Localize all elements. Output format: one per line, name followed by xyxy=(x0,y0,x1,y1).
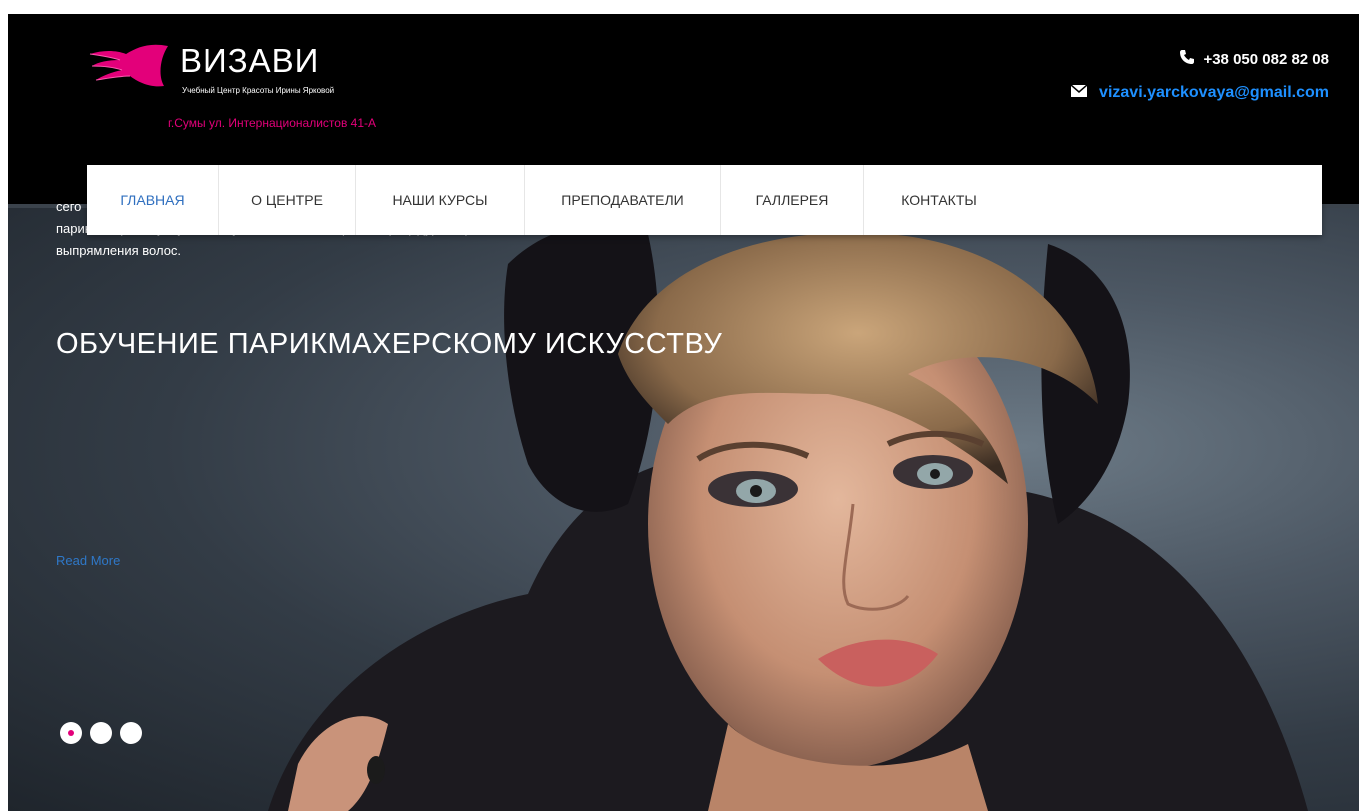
hair-logo-icon xyxy=(89,44,168,87)
read-more-link[interactable]: Read More xyxy=(56,553,120,568)
email-row[interactable]: vizavi.yarckovaya@gmail.com xyxy=(1049,78,1329,108)
brand-subtitle: Учебный Центр Красоты Ирины Ярковой xyxy=(182,86,335,95)
nav-item-courses[interactable]: НАШИ КУРСЫ xyxy=(356,165,525,235)
nav-item-contacts[interactable]: КОНТАКТЫ xyxy=(864,165,1014,235)
hero-slider: сего парикмахерских услуг. Мы научим вас… xyxy=(8,204,1359,811)
slider-dot[interactable] xyxy=(120,722,142,744)
envelope-icon xyxy=(1070,84,1088,101)
slider-dot[interactable] xyxy=(90,722,112,744)
main-navigation: ГЛАВНАЯ О ЦЕНТРЕ НАШИ КУРСЫ ПРЕПОДАВАТЕЛ… xyxy=(87,165,1322,235)
nav-item-home[interactable]: ГЛАВНАЯ xyxy=(87,165,219,235)
hero-text-line: выпрямления волос. xyxy=(56,243,182,258)
page-frame: ВИЗАВИ Учебный Центр Красоты Ирины Ярков… xyxy=(8,14,1359,811)
slider-pagination xyxy=(60,722,142,744)
nav-item-about[interactable]: О ЦЕНТРЕ xyxy=(219,165,356,235)
hero-portrait-image xyxy=(8,204,1359,811)
phone-row[interactable]: +38 050 082 82 08 xyxy=(1049,44,1329,74)
slider-dot[interactable] xyxy=(60,722,82,744)
phone-icon xyxy=(1179,49,1195,69)
nav-item-teachers[interactable]: ПРЕПОДАВАТЕЛИ xyxy=(525,165,721,235)
phone-number: +38 050 082 82 08 xyxy=(1203,50,1329,68)
nav-item-gallery[interactable]: ГАЛЛЕРЕЯ xyxy=(721,165,864,235)
contact-block: +38 050 082 82 08 vizavi.yarckovaya@gmai… xyxy=(1049,44,1329,108)
address: г.Сумы ул. Интернационалистов 41-А xyxy=(168,116,377,130)
logo[interactable]: ВИЗАВИ Учебный Центр Красоты Ирины Ярков… xyxy=(88,40,418,100)
brand-name: ВИЗАВИ xyxy=(180,42,320,79)
hero-title: ОБУЧЕНИЕ ПАРИКМАХЕРСКОМУ ИСКУССТВУ xyxy=(56,328,723,360)
email-link[interactable]: vizavi.yarckovaya@gmail.com xyxy=(1099,84,1329,102)
